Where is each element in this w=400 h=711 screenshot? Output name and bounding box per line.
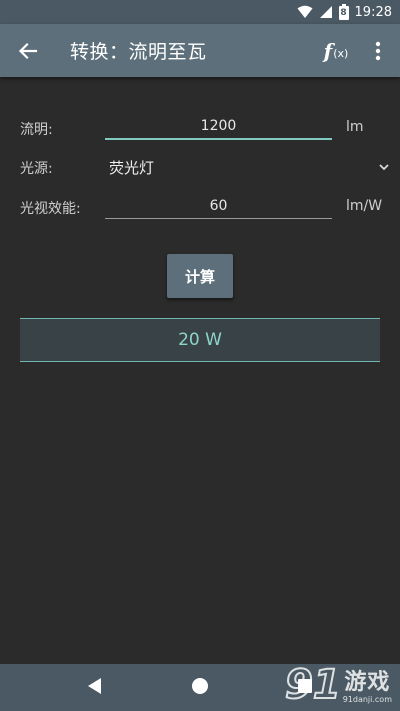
page-title: 转换：流明至瓦 xyxy=(70,41,207,63)
light-source-value: 荧光灯 xyxy=(109,158,155,177)
more-options-button[interactable] xyxy=(358,24,398,77)
lumens-row: 流明: lm xyxy=(0,114,400,144)
lumens-label: 流明: xyxy=(20,122,53,138)
watermark-logo: 91 游戏 91danji.com xyxy=(284,662,392,708)
wifi-icon xyxy=(297,5,313,19)
cellular-signal-icon xyxy=(319,5,333,19)
function-icon-sub: (x) xyxy=(333,47,349,60)
lumens-input[interactable] xyxy=(105,114,332,140)
calculate-button[interactable]: 计算 xyxy=(167,254,233,298)
arrow-back-icon xyxy=(18,42,38,59)
nav-back-button[interactable] xyxy=(87,677,103,699)
status-time: 19:28 xyxy=(354,4,392,20)
watermark-text: 游戏 xyxy=(344,670,391,695)
result-display: 20 W xyxy=(20,318,380,362)
nav-home-button[interactable] xyxy=(191,677,209,699)
function-icon: f xyxy=(323,38,333,63)
lumens-unit: lm xyxy=(346,119,364,135)
status-bar: 8 19:28 xyxy=(0,0,400,24)
battery-label: 8 xyxy=(340,8,347,18)
watermark-site: 91danji.com xyxy=(342,695,392,704)
light-source-label: 光源: xyxy=(20,161,53,177)
efficacy-input[interactable] xyxy=(105,193,332,219)
efficacy-row: 光视效能: lm/W xyxy=(0,192,400,222)
nav-home-icon xyxy=(192,677,208,694)
more-vert-icon xyxy=(375,41,381,60)
chevron-down-icon xyxy=(379,164,389,171)
watermark-number: 91 xyxy=(284,662,342,708)
battery-icon: 8 xyxy=(338,4,349,20)
nav-back-icon xyxy=(88,677,101,694)
light-source-row: 光源: 荧光灯 xyxy=(0,152,400,182)
formula-button[interactable]: f (x) xyxy=(314,24,358,77)
light-source-select[interactable]: 荧光灯 xyxy=(105,152,390,182)
app-bar: 转换：流明至瓦 f (x) xyxy=(0,24,400,77)
back-button[interactable] xyxy=(2,24,54,77)
efficacy-label: 光视效能: xyxy=(20,201,81,217)
efficacy-unit: lm/W xyxy=(346,198,383,214)
